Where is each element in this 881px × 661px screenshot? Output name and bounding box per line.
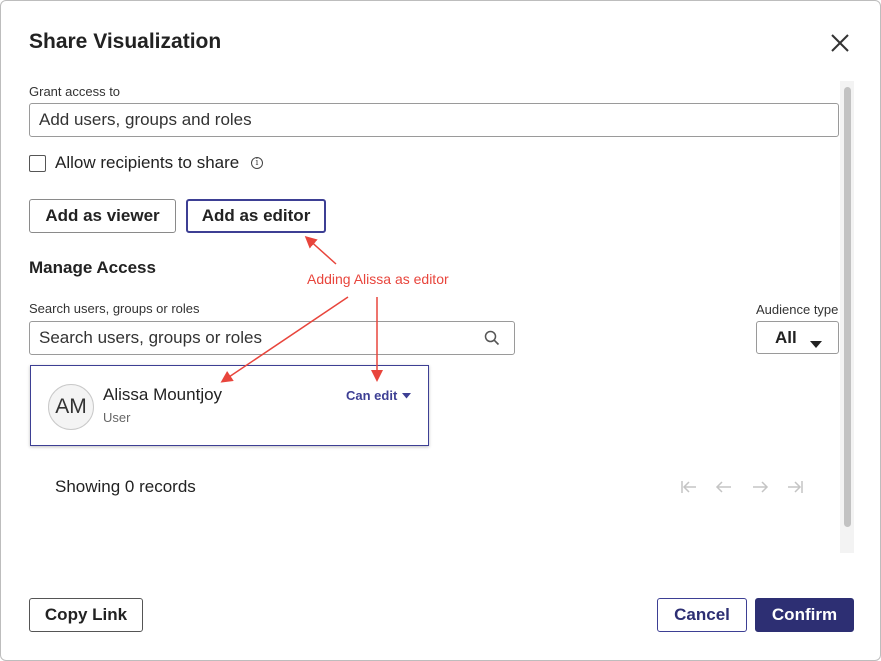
prev-page-icon[interactable] (715, 478, 733, 496)
grant-access-placeholder: Add users, groups and roles (39, 110, 252, 129)
records-count: Showing 0 records (55, 477, 196, 496)
audience-type-value: All (775, 327, 797, 347)
permission-dropdown[interactable]: Can edit (346, 388, 412, 403)
confirm-button[interactable]: Confirm (755, 598, 854, 632)
share-dialog: Share Visualization Grant access to Add … (0, 0, 881, 661)
user-type: User (103, 410, 131, 425)
user-access-row[interactable]: AM Alissa Mountjoy User Can edit (30, 365, 429, 446)
first-page-icon[interactable] (680, 478, 698, 496)
grant-access-label: Grant access to (29, 84, 121, 99)
info-icon[interactable]: i (251, 157, 263, 169)
allow-share-checkbox[interactable] (29, 155, 46, 172)
audience-type-select[interactable]: All (756, 321, 839, 354)
annotation-arrow-to-editor-button (304, 235, 337, 265)
annotation-label: Adding Alissa as editor (307, 271, 449, 287)
last-page-icon[interactable] (786, 478, 804, 496)
add-viewer-button[interactable]: Add as viewer (29, 199, 176, 233)
audience-type-label: Audience type (756, 302, 839, 317)
grant-access-input[interactable]: Add users, groups and roles (29, 103, 839, 137)
permission-label: Can edit (346, 388, 398, 403)
search-input[interactable]: Search users, groups or roles (29, 321, 515, 355)
close-icon[interactable] (827, 30, 853, 56)
next-page-icon[interactable] (751, 478, 769, 496)
manage-access-title: Manage Access (29, 258, 156, 277)
search-label: Search users, groups or roles (29, 301, 200, 316)
avatar: AM (48, 384, 94, 430)
dialog-title: Share Visualization (29, 30, 222, 53)
allow-share-label: Allow recipients to share (55, 153, 240, 172)
caret-down-icon (402, 392, 412, 399)
chevron-down-icon (810, 334, 822, 354)
user-name: Alissa Mountjoy (103, 385, 223, 404)
add-editor-button[interactable]: Add as editor (186, 199, 326, 233)
copy-link-button[interactable]: Copy Link (29, 598, 143, 632)
search-icon[interactable] (484, 330, 500, 346)
scrollbar-thumb[interactable] (844, 87, 851, 527)
cancel-button[interactable]: Cancel (657, 598, 747, 632)
search-placeholder: Search users, groups or roles (39, 328, 262, 347)
